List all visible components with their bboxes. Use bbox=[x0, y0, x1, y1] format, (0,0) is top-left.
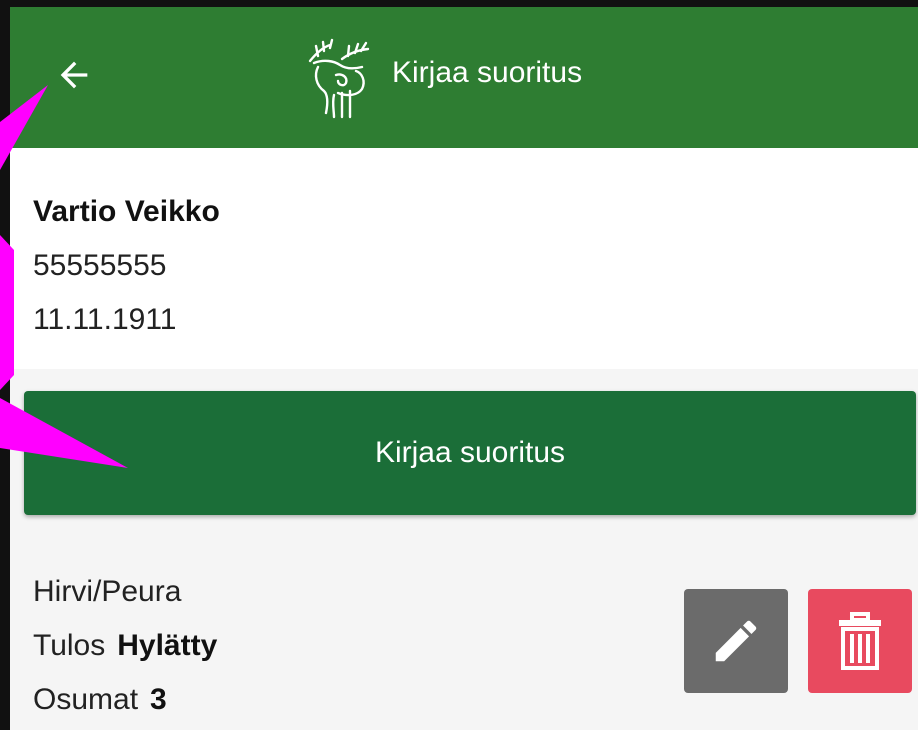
person-birth-date: 11.11.1911 bbox=[33, 303, 177, 336]
person-name: Vartio Veikko bbox=[33, 195, 220, 228]
edit-button[interactable] bbox=[684, 589, 788, 693]
person-id: 55555555 bbox=[33, 249, 167, 282]
page-title: Kirjaa suoritus bbox=[392, 56, 583, 89]
performance-list-item: Hirvi/Peura Tulos Hylätty Osumat 3 bbox=[10, 537, 918, 730]
hits-row: Osumat 3 bbox=[33, 683, 167, 717]
app-screen: Kirjaa suoritus Vartio Veikko 55555555 1… bbox=[0, 0, 918, 730]
arrow-left-icon bbox=[60, 61, 88, 89]
pencil-icon bbox=[715, 620, 757, 662]
result-label: Tulos bbox=[33, 629, 106, 662]
record-performance-button[interactable]: Kirjaa suoritus bbox=[24, 391, 916, 515]
record-performance-label: Kirjaa suoritus bbox=[374, 436, 566, 469]
trash-icon bbox=[839, 612, 881, 670]
result-value: Hylätty bbox=[117, 629, 218, 662]
hits-value: 3 bbox=[150, 683, 167, 716]
back-button[interactable] bbox=[46, 47, 102, 103]
performance-type: Hirvi/Peura bbox=[33, 575, 182, 608]
delete-button[interactable] bbox=[808, 589, 912, 693]
hits-label: Osumat bbox=[33, 683, 139, 716]
person-card: Vartio Veikko 55555555 11.11.1911 bbox=[10, 148, 918, 369]
top-app-bar: Kirjaa suoritus bbox=[10, 7, 918, 148]
moose-logo-icon bbox=[308, 38, 370, 119]
result-row: Tulos Hylätty bbox=[33, 629, 217, 663]
